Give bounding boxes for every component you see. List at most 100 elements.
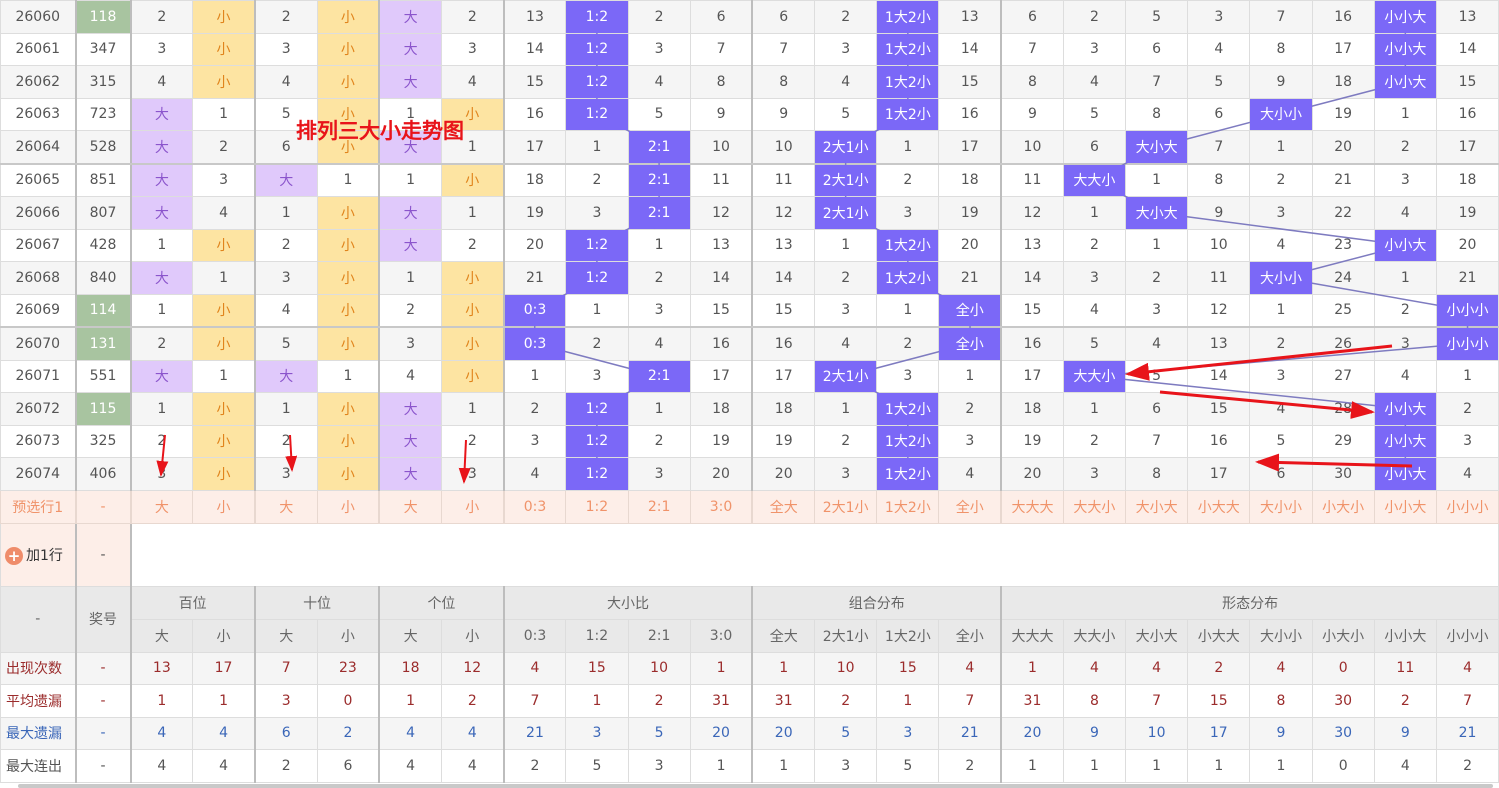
table-row: 26065 851 大 3 大 1 1 小 18 2 2:1 11 11 2大1小 2 18 11 大大小 1 8 2 2… [0, 163, 1499, 197]
preselect-option[interactable]: 3:0 [689, 489, 753, 524]
preselect-option[interactable]: 小大大 [1187, 489, 1251, 524]
hit-cell: 小 [440, 261, 505, 295]
add-row-button[interactable]: + 加1行 [0, 522, 76, 587]
omission-cell: 1 [814, 392, 878, 426]
prize-number: 325 [74, 424, 131, 458]
preselect-option[interactable]: 小 [440, 489, 505, 524]
omission-cell: 3 [1373, 163, 1437, 197]
preselect-option[interactable]: 0:3 [502, 489, 567, 524]
preselect-option[interactable]: 1大2小 [876, 489, 940, 524]
header-subcolumn: 小小大 [1373, 618, 1437, 653]
preselect-option[interactable]: 小小大 [1373, 489, 1437, 524]
add-row-label: 加1行 [26, 547, 63, 564]
omission-cell: 2 [1062, 424, 1127, 458]
omission-cell: 17 [1435, 130, 1499, 165]
omission-cell: 14 [1000, 261, 1064, 295]
preselect-option[interactable]: 2大1小 [814, 489, 878, 524]
stats-value: 4 [129, 716, 194, 750]
omission-cell: 4 [129, 65, 194, 99]
stats-value: 4 [129, 749, 194, 783]
omission-cell: 14 [1435, 32, 1499, 66]
issue-number: 26063 [0, 97, 76, 131]
issue-number: 26066 [0, 196, 76, 230]
stats-value: 21 [1435, 716, 1499, 750]
stats-value: 18 [378, 651, 442, 685]
hit-cell: 1大2小 [876, 228, 940, 262]
stats-value: 2 [1373, 684, 1437, 718]
header-group: 形态分布 [1000, 585, 1499, 620]
preselect-option[interactable]: 小 [316, 489, 380, 524]
omission-cell: 5 [1249, 424, 1313, 458]
stats-value: 3 [253, 684, 318, 718]
preselect-option[interactable]: 大大大 [1000, 489, 1064, 524]
preselect-option[interactable]: 大大小 [1062, 489, 1127, 524]
stats-value: 2 [627, 684, 691, 718]
chart-title-overlay: 排列三大小走势图 [296, 119, 464, 143]
prize-number: 131 [74, 326, 131, 361]
header-group: 组合分布 [751, 585, 1002, 620]
omission-cell: 2 [378, 293, 442, 328]
omission-cell: 16 [689, 326, 753, 361]
preselect-option[interactable]: 全大 [751, 489, 816, 524]
omission-cell: 9 [751, 97, 816, 131]
omission-cell: 21 [1435, 261, 1499, 295]
omission-cell: 2 [1373, 130, 1437, 165]
hit-cell: 小小大 [1373, 65, 1437, 99]
omission-cell: 20 [689, 457, 753, 491]
omission-cell: 4 [814, 65, 878, 99]
hit-cell: 大 [378, 457, 442, 491]
plus-circle-icon: + [5, 546, 23, 565]
omission-cell: 4 [502, 457, 567, 491]
preselect-option[interactable]: 大 [129, 489, 194, 524]
preselect-option[interactable]: 大 [378, 489, 442, 524]
omission-cell: 6 [1124, 392, 1189, 426]
preselect-option[interactable]: 1:2 [565, 489, 629, 524]
omission-cell: 6 [1000, 0, 1064, 34]
stats-value: 8 [1249, 684, 1313, 718]
preselect-option[interactable]: 大小大 [1124, 489, 1189, 524]
omission-cell: 9 [1000, 97, 1064, 131]
omission-cell: 7 [751, 32, 816, 66]
omission-cell: 1 [565, 130, 629, 165]
stats-value: 1 [1124, 749, 1189, 783]
preselect-option[interactable]: 小 [192, 489, 256, 524]
omission-cell: 8 [689, 65, 753, 99]
omission-cell: 1 [316, 359, 380, 393]
table-row: 26073 325 2 小 2 小大 2 3 1:2 2 19 19 2 1大2小 3 19 2 7 16 5 29 小小… [0, 424, 1499, 458]
omission-cell: 3 [1435, 424, 1499, 458]
hit-cell: 小 [316, 65, 380, 99]
header-subcolumn: 全大 [751, 618, 816, 653]
header-subcolumn: 小 [440, 618, 505, 653]
hit-cell: 大 [378, 228, 442, 262]
omission-cell: 20 [751, 457, 816, 491]
preselect-option[interactable]: 2:1 [627, 489, 691, 524]
omission-cell: 5 [1062, 326, 1127, 361]
stats-value: 1 [1000, 749, 1064, 783]
hit-cell: 小 [316, 32, 380, 66]
hit-cell: 小 [316, 392, 380, 426]
omission-cell: 12 [689, 196, 753, 230]
preselect-option[interactable]: 大小小 [1249, 489, 1313, 524]
omission-cell: 1 [1249, 130, 1313, 165]
omission-cell: 1 [1373, 97, 1437, 131]
omission-cell: 25 [1311, 293, 1375, 328]
prize-number: 315 [74, 65, 131, 99]
stats-value: 3 [565, 716, 629, 750]
omission-cell: 23 [1311, 228, 1375, 262]
trend-chart: 26060 118 2 小 2 小大 2 13 1:2 2 6 6 2 1大2小 13 6 2 5 3 7 16 小小大 1… [0, 0, 1499, 783]
stats-label: 最大遗漏 [0, 716, 76, 750]
omission-cell: 2 [814, 0, 878, 34]
stats-value: 23 [316, 651, 380, 685]
hit-cell: 大 [378, 392, 442, 426]
preselect-option[interactable]: 大 [253, 489, 318, 524]
preselect-option[interactable]: 小小小 [1435, 489, 1499, 524]
preselect-option[interactable]: 全小 [938, 489, 1002, 524]
table-row: 26067 428 1 小 2 小大 2 20 1:2 1 13 13 1 1大2小 20 13 2 1 10 4 23… [0, 228, 1499, 262]
preselect-option[interactable]: 小大小 [1311, 489, 1375, 524]
omission-cell: 1 [378, 163, 442, 197]
omission-cell: 18 [1000, 392, 1064, 426]
horizontal-scrollbar[interactable] [18, 784, 1493, 788]
omission-cell: 3 [1062, 32, 1127, 66]
omission-cell: 7 [1249, 0, 1313, 34]
prize-number: 528 [74, 130, 131, 165]
